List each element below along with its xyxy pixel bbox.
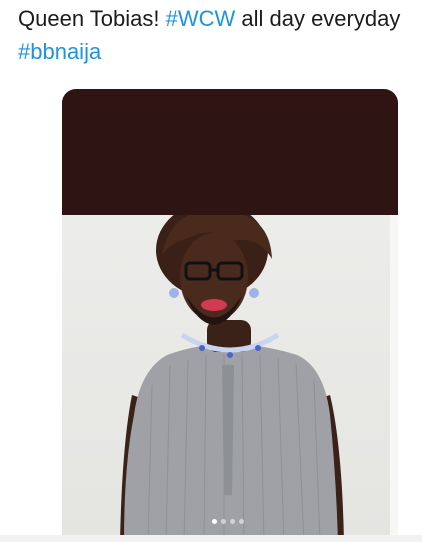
tweet-photo[interactable]: [62, 202, 398, 542]
carousel-dot[interactable]: [221, 519, 226, 524]
person-illustration: [120, 202, 344, 542]
photo-edge: [390, 215, 398, 542]
carousel-dot[interactable]: [239, 519, 244, 524]
carousel-dot[interactable]: [230, 519, 235, 524]
hashtag-bbnaija-link[interactable]: #bbnaija: [18, 39, 101, 64]
tweet-text-prefix: Queen Tobias!: [18, 6, 166, 31]
carousel-dot[interactable]: [212, 519, 217, 524]
hashtag-wcw-link[interactable]: #WCW: [166, 6, 236, 31]
media-card[interactable]: [62, 89, 398, 542]
image-top-banner: [62, 89, 398, 215]
tweet-text: Queen Tobias! #WCW all day everyday #bbn…: [18, 2, 422, 68]
carousel-dots[interactable]: [212, 519, 244, 524]
bottom-divider: [0, 535, 422, 542]
tweet-text-middle: all day everyday: [235, 6, 401, 31]
